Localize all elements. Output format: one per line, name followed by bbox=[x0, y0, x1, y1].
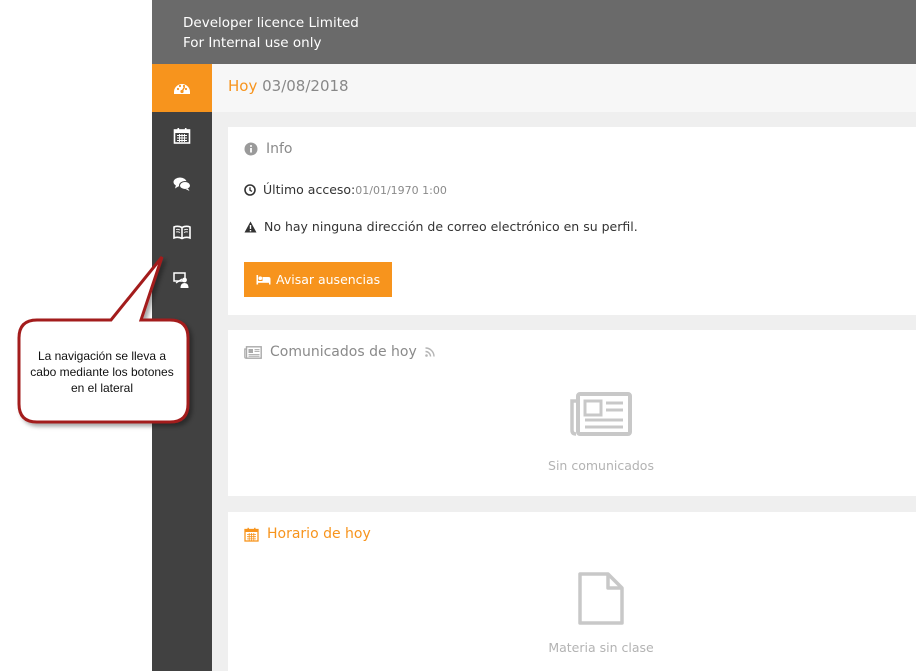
no-announcements-text: Sin comunicados bbox=[548, 458, 654, 473]
top-banner: Developer licence Limited For Internal u… bbox=[152, 0, 916, 64]
clock-icon bbox=[244, 183, 256, 196]
app-root: Developer licence Limited For Internal u… bbox=[0, 0, 916, 671]
sidebar-item-messages[interactable] bbox=[152, 160, 212, 208]
calendar-icon bbox=[173, 128, 191, 144]
report-absences-button[interactable]: Avisar ausencias bbox=[244, 262, 393, 297]
announcements-title-text: Comunicados de hoy bbox=[270, 344, 417, 360]
newspaper-icon bbox=[244, 345, 262, 359]
info-card: Info Último acceso:01/01/1970 1:00 No ha… bbox=[228, 127, 916, 315]
report-absences-label: Avisar ausencias bbox=[276, 272, 381, 287]
callout-bubble-shape bbox=[17, 256, 190, 424]
licence-line: Developer licence Limited bbox=[183, 15, 359, 31]
schedule-card: Horario de hoy Materia sin clase bbox=[228, 512, 916, 671]
sidebar-item-calendar[interactable] bbox=[152, 112, 212, 160]
main-content: Hoy 03/08/2018 Info Último acceso:01/01/… bbox=[212, 64, 916, 671]
info-icon bbox=[244, 142, 258, 156]
calendar-small-icon bbox=[244, 527, 259, 542]
rss-icon[interactable] bbox=[424, 347, 435, 357]
last-access-value: 01/01/1970 1:00 bbox=[355, 184, 447, 197]
comments-icon bbox=[173, 177, 191, 191]
schedule-title-text: Horario de hoy bbox=[267, 526, 371, 542]
internal-use-line: For Internal use only bbox=[183, 35, 322, 51]
info-title-text: Info bbox=[266, 141, 293, 157]
last-access-row: Último acceso:01/01/1970 1:00 bbox=[244, 182, 447, 197]
sidebar-item-dashboard[interactable] bbox=[152, 64, 212, 112]
schedule-card-title: Horario de hoy bbox=[244, 526, 371, 542]
announcements-card: Comunicados de hoy Sin comunicados bbox=[228, 330, 916, 496]
book-icon bbox=[173, 225, 191, 240]
info-card-title: Info bbox=[244, 141, 293, 157]
announcements-card-title: Comunicados de hoy bbox=[244, 344, 435, 360]
annotation-callout: La navigación se lleva a cabo mediante l… bbox=[0, 240, 220, 440]
no-class-text: Materia sin clase bbox=[548, 640, 654, 655]
dashboard-icon bbox=[174, 84, 190, 94]
warning-icon bbox=[244, 221, 257, 232]
email-warning-row: No hay ninguna dirección de correo elect… bbox=[244, 219, 638, 234]
today-label: Hoy bbox=[228, 77, 258, 95]
file-empty-icon bbox=[578, 572, 624, 625]
callout-text: La navigación se lleva a cabo mediante l… bbox=[30, 349, 174, 395]
today-date: 03/08/2018 bbox=[262, 77, 349, 95]
newspaper-empty-icon bbox=[570, 392, 632, 436]
email-warning-text: No hay ninguna dirección de correo elect… bbox=[264, 219, 638, 234]
bed-icon bbox=[256, 275, 271, 285]
date-bar: Hoy 03/08/2018 bbox=[212, 64, 916, 112]
last-access-label: Último acceso: bbox=[263, 182, 356, 197]
